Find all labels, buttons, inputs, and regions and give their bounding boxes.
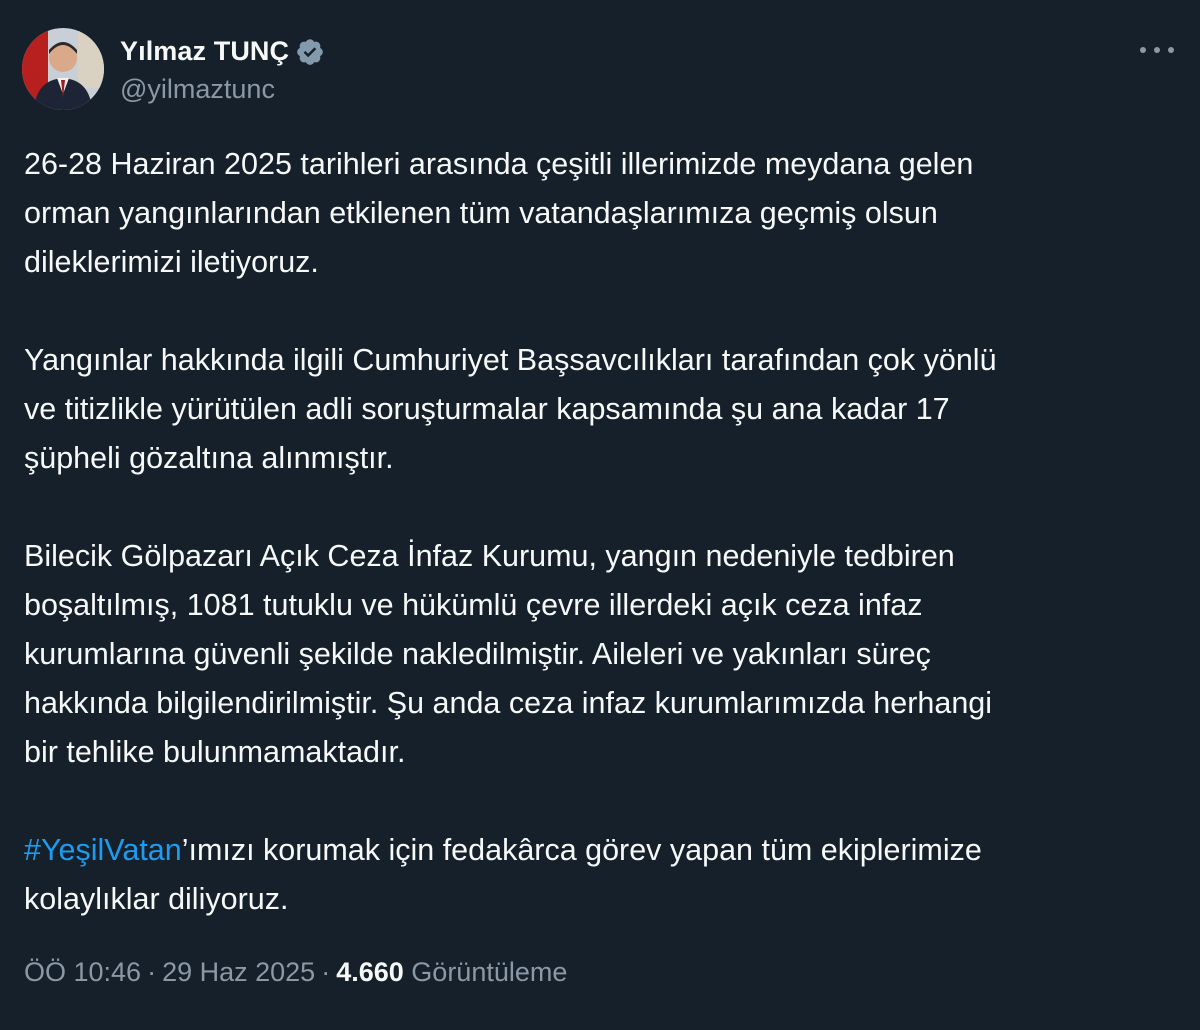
user-info: Yılmaz TUNÇ @yilmaztunc [120, 34, 325, 105]
tweet-header: Yılmaz TUNÇ @yilmaztunc [22, 28, 325, 110]
text-line: ve titizlikle yürütülen adli soruşturmal… [24, 392, 950, 426]
avatar[interactable] [22, 28, 104, 110]
views-count: 4.660 [336, 957, 404, 987]
text-line: 26-28 Haziran 2025 tarihleri arasında çe… [24, 147, 974, 181]
more-dot [1140, 47, 1146, 53]
tweet-card: Yılmaz TUNÇ @yilmaztunc 26-28 Haziran 20… [0, 0, 1200, 1030]
text-line: orman yangınlarından etkilenen tüm vatan… [24, 196, 938, 230]
display-name[interactable]: Yılmaz TUNÇ [120, 36, 289, 67]
name-row: Yılmaz TUNÇ [120, 34, 325, 70]
text-line: #YeşilVatan’ımızı korumak için fedakârca… [24, 826, 1174, 875]
more-dot [1154, 47, 1160, 53]
text-line: boşaltılmış, 1081 tutuklu ve hükümlü çev… [24, 588, 923, 622]
tweet-paragraph: Yangınlar hakkında ilgili Cumhuriyet Baş… [24, 336, 1174, 483]
tweet-paragraph: Bilecik Gölpazarı Açık Ceza İnfaz Kurumu… [24, 532, 1174, 777]
text-line: hakkında bilgilendirilmiştir. Şu anda ce… [24, 686, 993, 720]
more-horizontal-icon[interactable] [1140, 38, 1174, 62]
text-line: Bilecik Gölpazarı Açık Ceza İnfaz Kurumu… [24, 539, 955, 573]
tweet-time[interactable]: ÖÖ 10:46 [24, 957, 141, 987]
text-line: Yangınlar hakkında ilgili Cumhuriyet Baş… [24, 343, 997, 377]
separator: · [147, 957, 157, 987]
more-dot [1168, 47, 1174, 53]
avatar-image [22, 28, 104, 110]
separator: · [321, 957, 331, 987]
verified-badge-icon[interactable] [295, 37, 325, 67]
text-line: dileklerimizi iletiyoruz. [24, 245, 319, 279]
text-line: kolaylıklar diliyoruz. [24, 882, 289, 916]
text-fragment: ’ımızı korumak için fedakârca görev yapa… [181, 833, 982, 867]
tweet-meta: ÖÖ 10:46 · 29 Haz 2025 · 4.660 Görüntüleme [24, 957, 567, 988]
tweet-text: 26-28 Haziran 2025 tarihleri arasında çe… [24, 140, 1174, 924]
user-handle[interactable]: @yilmaztunc [120, 74, 325, 105]
tweet-paragraph: #YeşilVatan’ımızı korumak için fedakârca… [24, 826, 1174, 924]
text-line: bir tehlike bulunmamaktadır. [24, 735, 406, 769]
text-line: şüpheli gözaltına alınmıştır. [24, 441, 394, 475]
hashtag-link[interactable]: #YeşilVatan [24, 833, 182, 867]
views-label: Görüntüleme [411, 957, 568, 987]
tweet-paragraph: 26-28 Haziran 2025 tarihleri arasında çe… [24, 140, 1174, 287]
tweet-date[interactable]: 29 Haz 2025 [162, 957, 315, 987]
text-line: kurumlarına güvenli şekilde nakledilmişt… [24, 637, 931, 671]
